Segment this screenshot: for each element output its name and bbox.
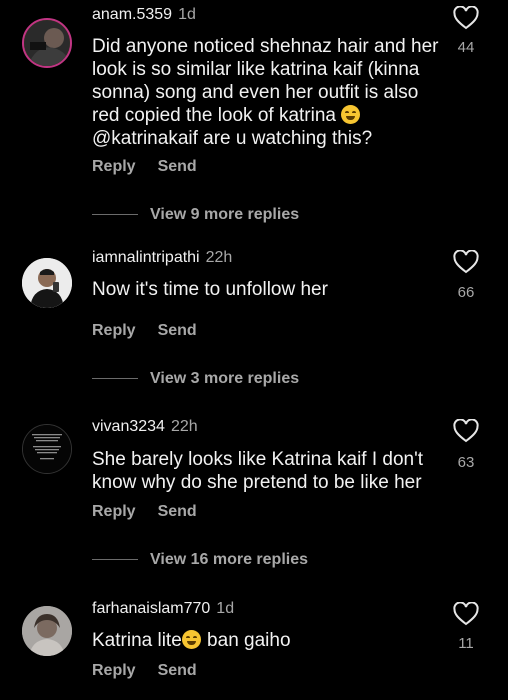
send-button[interactable]: Send xyxy=(158,322,197,339)
comment-text: Now it's time to unfollow her xyxy=(92,279,328,300)
username[interactable]: iamnalintripathi xyxy=(92,249,200,266)
timestamp: 1d xyxy=(178,6,196,23)
avatar[interactable] xyxy=(22,424,72,474)
smiling-emoji-icon xyxy=(181,630,201,649)
like-count: 11 xyxy=(458,635,474,652)
timestamp: 22h xyxy=(205,249,233,266)
divider xyxy=(92,214,138,216)
divider xyxy=(92,559,138,561)
view-replies-button[interactable]: View 3 more replies xyxy=(92,370,299,388)
username[interactable]: farhanaislam770 xyxy=(92,600,210,617)
like-count: 44 xyxy=(457,39,475,56)
reply-button[interactable]: Reply xyxy=(92,662,136,679)
send-button[interactable]: Send xyxy=(158,662,197,679)
send-button[interactable]: Send xyxy=(158,503,197,520)
like-count: 63 xyxy=(457,454,475,471)
username[interactable]: vivan3234 xyxy=(92,418,165,435)
reply-button[interactable]: Reply xyxy=(92,322,136,339)
avatar[interactable] xyxy=(22,258,72,308)
send-button[interactable]: Send xyxy=(158,158,197,175)
reply-button[interactable]: Reply xyxy=(92,158,136,175)
comment-text: Did anyone noticed shehnaz hair and her … xyxy=(92,35,442,150)
heart-icon[interactable] xyxy=(453,419,479,443)
view-replies-label: View 3 more replies xyxy=(150,370,300,387)
reply-button[interactable]: Reply xyxy=(92,503,136,520)
view-replies-button[interactable]: View 16 more replies xyxy=(92,551,308,569)
mention-link[interactable]: @katrinakaif are u watching this? xyxy=(92,128,372,149)
heart-icon[interactable] xyxy=(453,602,479,626)
view-replies-button[interactable]: View 9 more replies xyxy=(92,206,299,224)
comment-text-part: Katrina lite xyxy=(92,630,182,651)
username[interactable]: anam.5359 xyxy=(92,6,172,23)
comment-meta: vivan3234 22h xyxy=(92,418,198,436)
avatar[interactable] xyxy=(22,606,72,656)
comment-text: She barely looks like Katrina kaif I don… xyxy=(92,449,424,493)
avatar[interactable] xyxy=(22,18,72,68)
view-replies-label: View 9 more replies xyxy=(150,206,300,223)
comment-text-part: ban gaiho xyxy=(201,630,291,651)
timestamp: 1d xyxy=(216,600,235,617)
heart-icon[interactable] xyxy=(453,250,479,274)
comment-meta: iamnalintripathi 22h xyxy=(92,249,232,267)
laughing-emoji-icon xyxy=(341,105,361,124)
comment-meta: anam.5359 1d xyxy=(92,6,196,24)
comment-actions: Reply Send xyxy=(92,322,219,340)
comment-meta: farhanaislam770 1d xyxy=(92,600,234,618)
divider xyxy=(92,378,138,380)
like-count: 66 xyxy=(457,284,475,301)
comment-text: Katrina lite ban gaiho xyxy=(92,629,442,652)
comment-actions: Reply Send xyxy=(92,662,219,680)
comment-actions: Reply Send xyxy=(92,158,219,176)
view-replies-label: View 16 more replies xyxy=(150,551,309,568)
comment-text-part: Did anyone noticed shehnaz hair and her … xyxy=(92,36,439,126)
comment-actions: Reply Send xyxy=(92,503,219,521)
timestamp: 22h xyxy=(170,418,198,435)
heart-icon[interactable] xyxy=(453,6,479,30)
